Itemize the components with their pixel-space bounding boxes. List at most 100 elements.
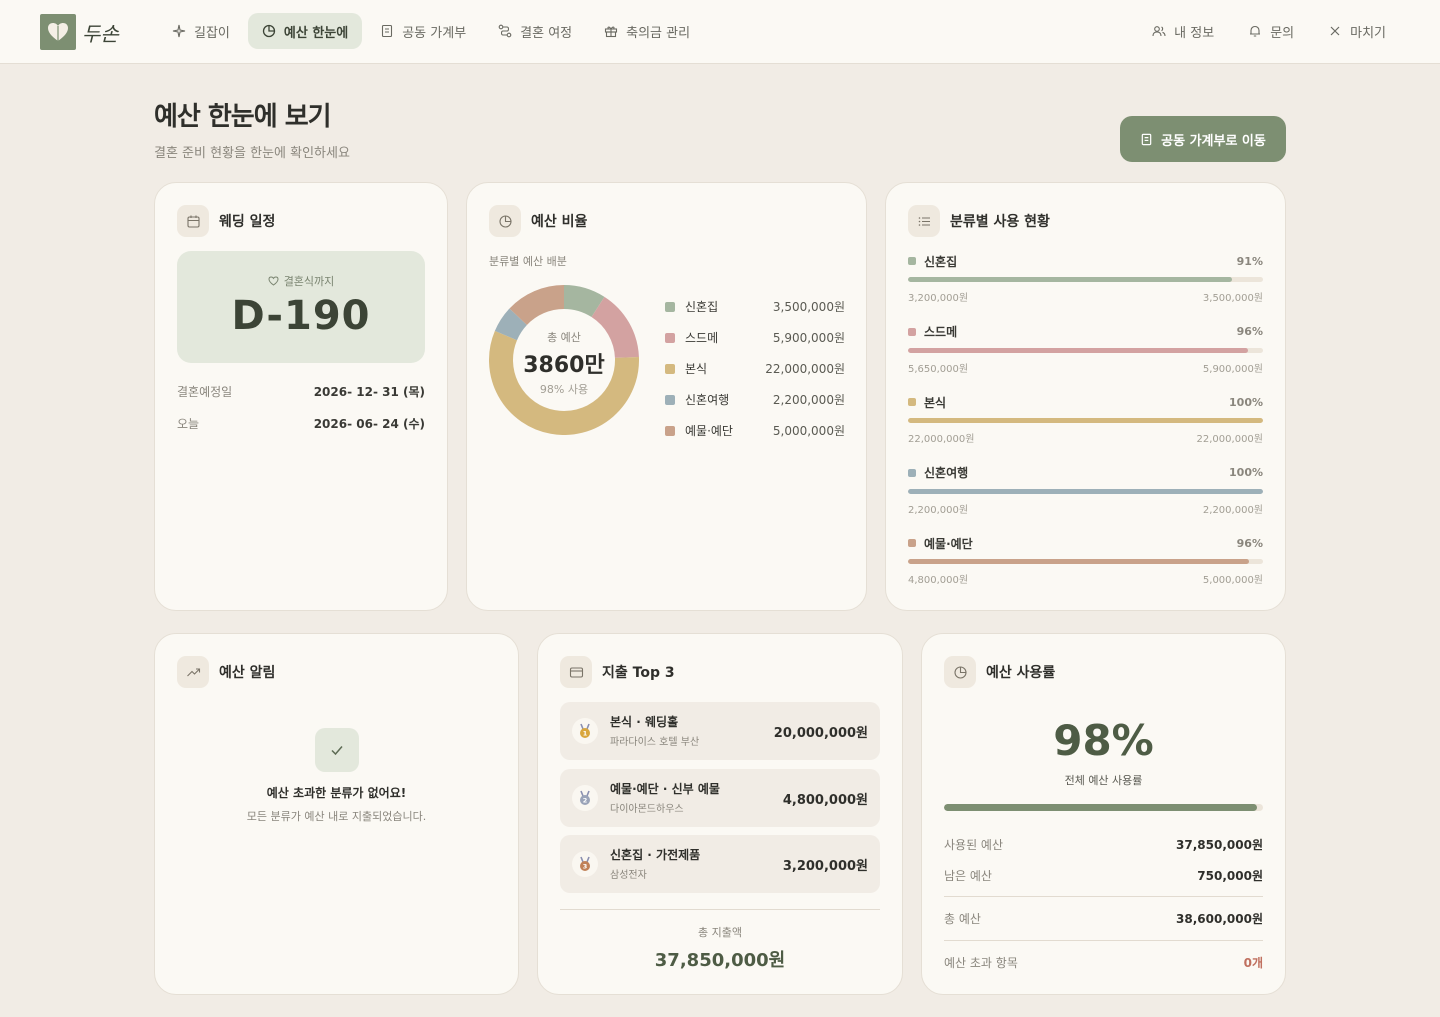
go-to-ledger-button[interactable]: 공동 가계부로 이동 bbox=[1120, 116, 1286, 162]
total-budget-value: 38,600,000원 bbox=[1176, 912, 1263, 926]
top-spending-item[interactable]: 2 예물·예단 · 신부 예물 다이아몬드하우스 4,800,000원 bbox=[560, 768, 880, 827]
wedding-schedule-card: 웨딩 일정 결혼식까지 D-190 결혼예정일 2026- 12- 31 (목)… bbox=[154, 182, 448, 611]
nav-label: 축의금 관리 bbox=[626, 25, 691, 41]
category-used: 22,000,000원 bbox=[908, 434, 975, 445]
legend-swatch bbox=[665, 394, 675, 405]
legend-value: 2,200,000원 bbox=[772, 393, 845, 407]
page-title: 예산 한눈에 보기 bbox=[154, 102, 332, 132]
budget-ratio-card: 예산 비율 분류별 예산 배분 총 예산 3860만 98% 사용 신혼집 3,5… bbox=[466, 182, 867, 611]
card-title: 예산 사용률 bbox=[986, 665, 1056, 681]
card-header: 분류별 사용 현황 bbox=[908, 205, 1050, 237]
calendar-icon bbox=[177, 205, 209, 237]
card-title: 예산 알림 bbox=[219, 665, 276, 681]
top-spending-item[interactable]: 1 본식 · 웨딩홀 파라다이스 호텔 부산 20,000,000원 bbox=[560, 702, 880, 760]
today-label: 오늘 bbox=[177, 417, 200, 431]
used-budget-label: 사용된 예산 bbox=[944, 838, 1004, 852]
over-budget-value: 0개 bbox=[1243, 956, 1263, 970]
used-budget-row: 사용된 예산 37,850,000원 bbox=[944, 836, 1263, 853]
card-header: 예산 비율 bbox=[489, 205, 587, 237]
category-budget: 22,000,000원 bbox=[1196, 434, 1263, 445]
category-used: 2,200,000원 bbox=[908, 504, 969, 516]
dday-box: 결혼식까지 D-190 bbox=[177, 251, 425, 363]
top-spending-list: 1 본식 · 웨딩홀 파라다이스 호텔 부산 20,000,000원 2 예물·예단 · … bbox=[560, 702, 880, 902]
usage-rate-value: 98% bbox=[1053, 716, 1154, 765]
category-header: 본식 100% bbox=[908, 394, 1263, 410]
pie-chart-icon bbox=[944, 656, 976, 688]
card-header: 웨딩 일정 bbox=[177, 205, 275, 237]
nav-label: 결혼 여정 bbox=[520, 25, 573, 41]
legend-item: 본식 22,000,000원 bbox=[665, 353, 845, 384]
category-used: 4,800,000원 bbox=[908, 575, 969, 586]
legend-label: 스드메 bbox=[685, 331, 719, 345]
dday-label: 결혼식까지 bbox=[177, 273, 425, 289]
category-amounts: 5,650,000원 5,900,000원 bbox=[908, 360, 1263, 375]
nav-item-wedding-journey[interactable]: 결혼 여정 bbox=[484, 13, 586, 49]
pie-chart-icon bbox=[262, 24, 276, 38]
category-budget: 2,200,000원 bbox=[1202, 504, 1263, 516]
category-progress-fill bbox=[908, 559, 1249, 564]
total-budget-row: 총 예산 38,600,000원 bbox=[944, 910, 1263, 927]
spending-name: 신혼집 · 가전제품 bbox=[610, 848, 701, 862]
medal-rank: 3 bbox=[583, 863, 588, 871]
nav-item-shared-ledger[interactable]: 공동 가계부 bbox=[366, 13, 480, 49]
usage-rate-label: 전체 예산 사용률 bbox=[1064, 774, 1143, 787]
category-header: 신혼집 91% bbox=[908, 253, 1263, 269]
logo-text: 두손 bbox=[82, 21, 119, 46]
spending-vendor: 삼성전자 bbox=[610, 870, 647, 881]
legend-swatch bbox=[665, 301, 675, 312]
alert-message-title: 예산 초과한 분류가 없어요! bbox=[266, 786, 407, 800]
nav-item-budget-overview[interactable]: 예산 한눈에 bbox=[247, 13, 363, 49]
category-budget: 5,000,000원 bbox=[1202, 575, 1263, 586]
category-progress-bar bbox=[908, 559, 1263, 564]
sparkle-icon bbox=[172, 24, 186, 38]
users-icon bbox=[1152, 26, 1166, 37]
donut-center: 총 예산 3860만 98% 사용 bbox=[489, 285, 639, 435]
nav-label: 예산 한눈에 bbox=[283, 25, 349, 41]
top-spending-item[interactable]: 3 신혼집 · 가전제품 삼성전자 3,200,000원 bbox=[560, 835, 880, 893]
total-budget-value: 3860만 bbox=[523, 353, 605, 378]
category-progress-fill bbox=[908, 347, 1249, 353]
nav-label: 문의 bbox=[1270, 25, 1295, 41]
wedding-date-value: 2026- 12- 31 (목) bbox=[313, 385, 425, 399]
category-name: 스드메 bbox=[924, 325, 958, 339]
legend-label: 신혼집 bbox=[685, 300, 719, 314]
app-logo[interactable]: 두손 bbox=[40, 14, 119, 50]
legend-label: 본식 bbox=[685, 362, 708, 376]
nav-label: 공동 가계부 bbox=[402, 25, 467, 41]
category-percent: 96% bbox=[1236, 325, 1263, 338]
legend-item: 스드메 5,900,000원 bbox=[665, 322, 845, 353]
category-used: 3,200,000원 bbox=[908, 293, 969, 304]
top-navigation: 두손 길잡이 예산 한눈에 공동 가계부 결혼 여정 축의금 관리 내 정보 문… bbox=[0, 0, 1440, 64]
remaining-budget-label: 남은 예산 bbox=[944, 869, 992, 883]
category-swatch bbox=[908, 539, 916, 547]
category-percent: 100% bbox=[1229, 395, 1263, 409]
category-name: 예물·예단 bbox=[924, 536, 973, 551]
over-budget-label: 예산 초과 항목 bbox=[944, 956, 1018, 970]
legend-item: 신혼여행 2,200,000원 bbox=[665, 384, 845, 415]
nav-item-inquiry[interactable]: 문의 bbox=[1234, 13, 1308, 49]
gift-icon bbox=[605, 26, 618, 38]
total-spending-value: 37,850,000원 bbox=[654, 950, 786, 971]
chart-legend: 신혼집 3,500,000원 스드메 5,900,000원 본식 22,000,000원 신… bbox=[665, 291, 845, 446]
category-amounts: 4,800,000원 5,000,000원 bbox=[908, 571, 1263, 586]
nav-item-my-info[interactable]: 내 정보 bbox=[1138, 13, 1228, 49]
legend-label: 예물·예단 bbox=[685, 424, 733, 438]
category-usage-card: 분류별 사용 현황 신혼집 91% 3,200,000원 3,500,000원스드메 9… bbox=[885, 182, 1286, 611]
category-progress-bar bbox=[908, 418, 1263, 423]
total-budget-label: 총 예산 bbox=[547, 331, 581, 344]
budget-donut-chart: 총 예산 3860만 98% 사용 bbox=[489, 285, 639, 435]
usage-progress-bar bbox=[944, 804, 1263, 811]
divider bbox=[944, 896, 1263, 897]
check-icon bbox=[315, 728, 359, 772]
category-amounts: 3,200,000원 3,500,000원 bbox=[908, 289, 1263, 304]
legend-swatch bbox=[665, 363, 675, 374]
legend-value: 22,000,000원 bbox=[765, 362, 845, 376]
category-usage-item: 본식 100% 22,000,000원 22,000,000원 bbox=[908, 394, 1263, 465]
category-swatch bbox=[908, 468, 916, 477]
ratio-subtitle: 분류별 예산 배분 bbox=[489, 255, 567, 268]
nav-item-gift-money[interactable]: 축의금 관리 bbox=[590, 13, 704, 49]
dday-value: D-190 bbox=[231, 293, 371, 339]
nav-item-guide[interactable]: 길잡이 bbox=[158, 13, 244, 49]
card-title: 분류별 사용 현황 bbox=[950, 214, 1050, 230]
nav-item-finish[interactable]: 마치기 bbox=[1314, 13, 1400, 49]
